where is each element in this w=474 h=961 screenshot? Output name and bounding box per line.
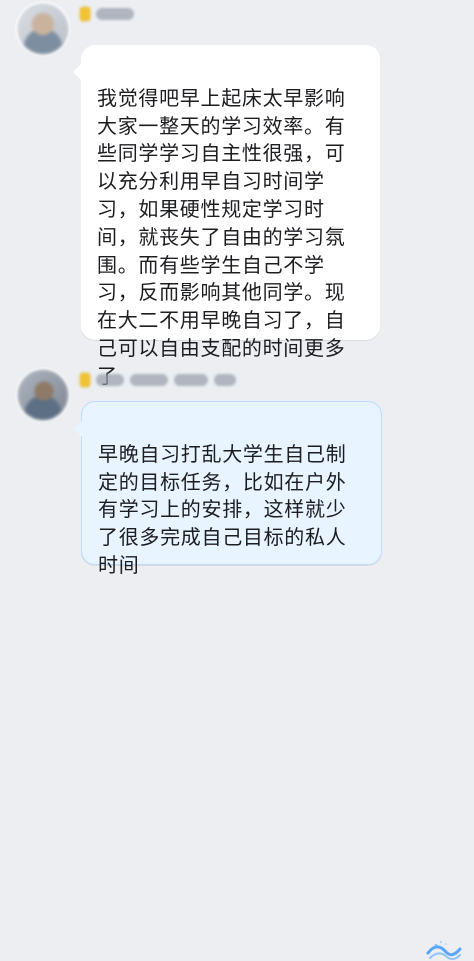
blurred-sender-name-2d	[214, 374, 236, 386]
blurred-sender-name-2a	[96, 374, 124, 386]
avatar-1[interactable]	[18, 4, 68, 54]
message-bubble-2: 早晚自习打乱大学生自己制 定的目标任务，比如在户外 有学习上的安排，这样就少 了…	[74, 401, 462, 961]
blurred-sender-name-1	[96, 8, 134, 20]
sender-header-2	[80, 372, 236, 388]
sender-header-1	[80, 6, 134, 22]
gold-badge-icon	[80, 7, 90, 21]
message-bubble-1: 我觉得吧早上起床太早影响 大家一整天的学习效率。有 些同学学习自主性很强，可 以…	[73, 45, 380, 388]
blurred-sender-name-2c	[174, 374, 208, 386]
blurred-sender-name-2b	[130, 374, 168, 386]
avatar-2[interactable]	[18, 370, 68, 420]
message-text-2: 早晚自习打乱大学生自己制 定的目标任务，比如在户外 有学习上的安排，这样就少 了…	[98, 441, 347, 577]
wave-icon	[426, 940, 462, 961]
gold-badge-icon	[80, 373, 90, 387]
message-text-1: 我觉得吧早上起床太早影响 大家一整天的学习效率。有 些同学学习自主性很强，可 以…	[97, 85, 346, 388]
